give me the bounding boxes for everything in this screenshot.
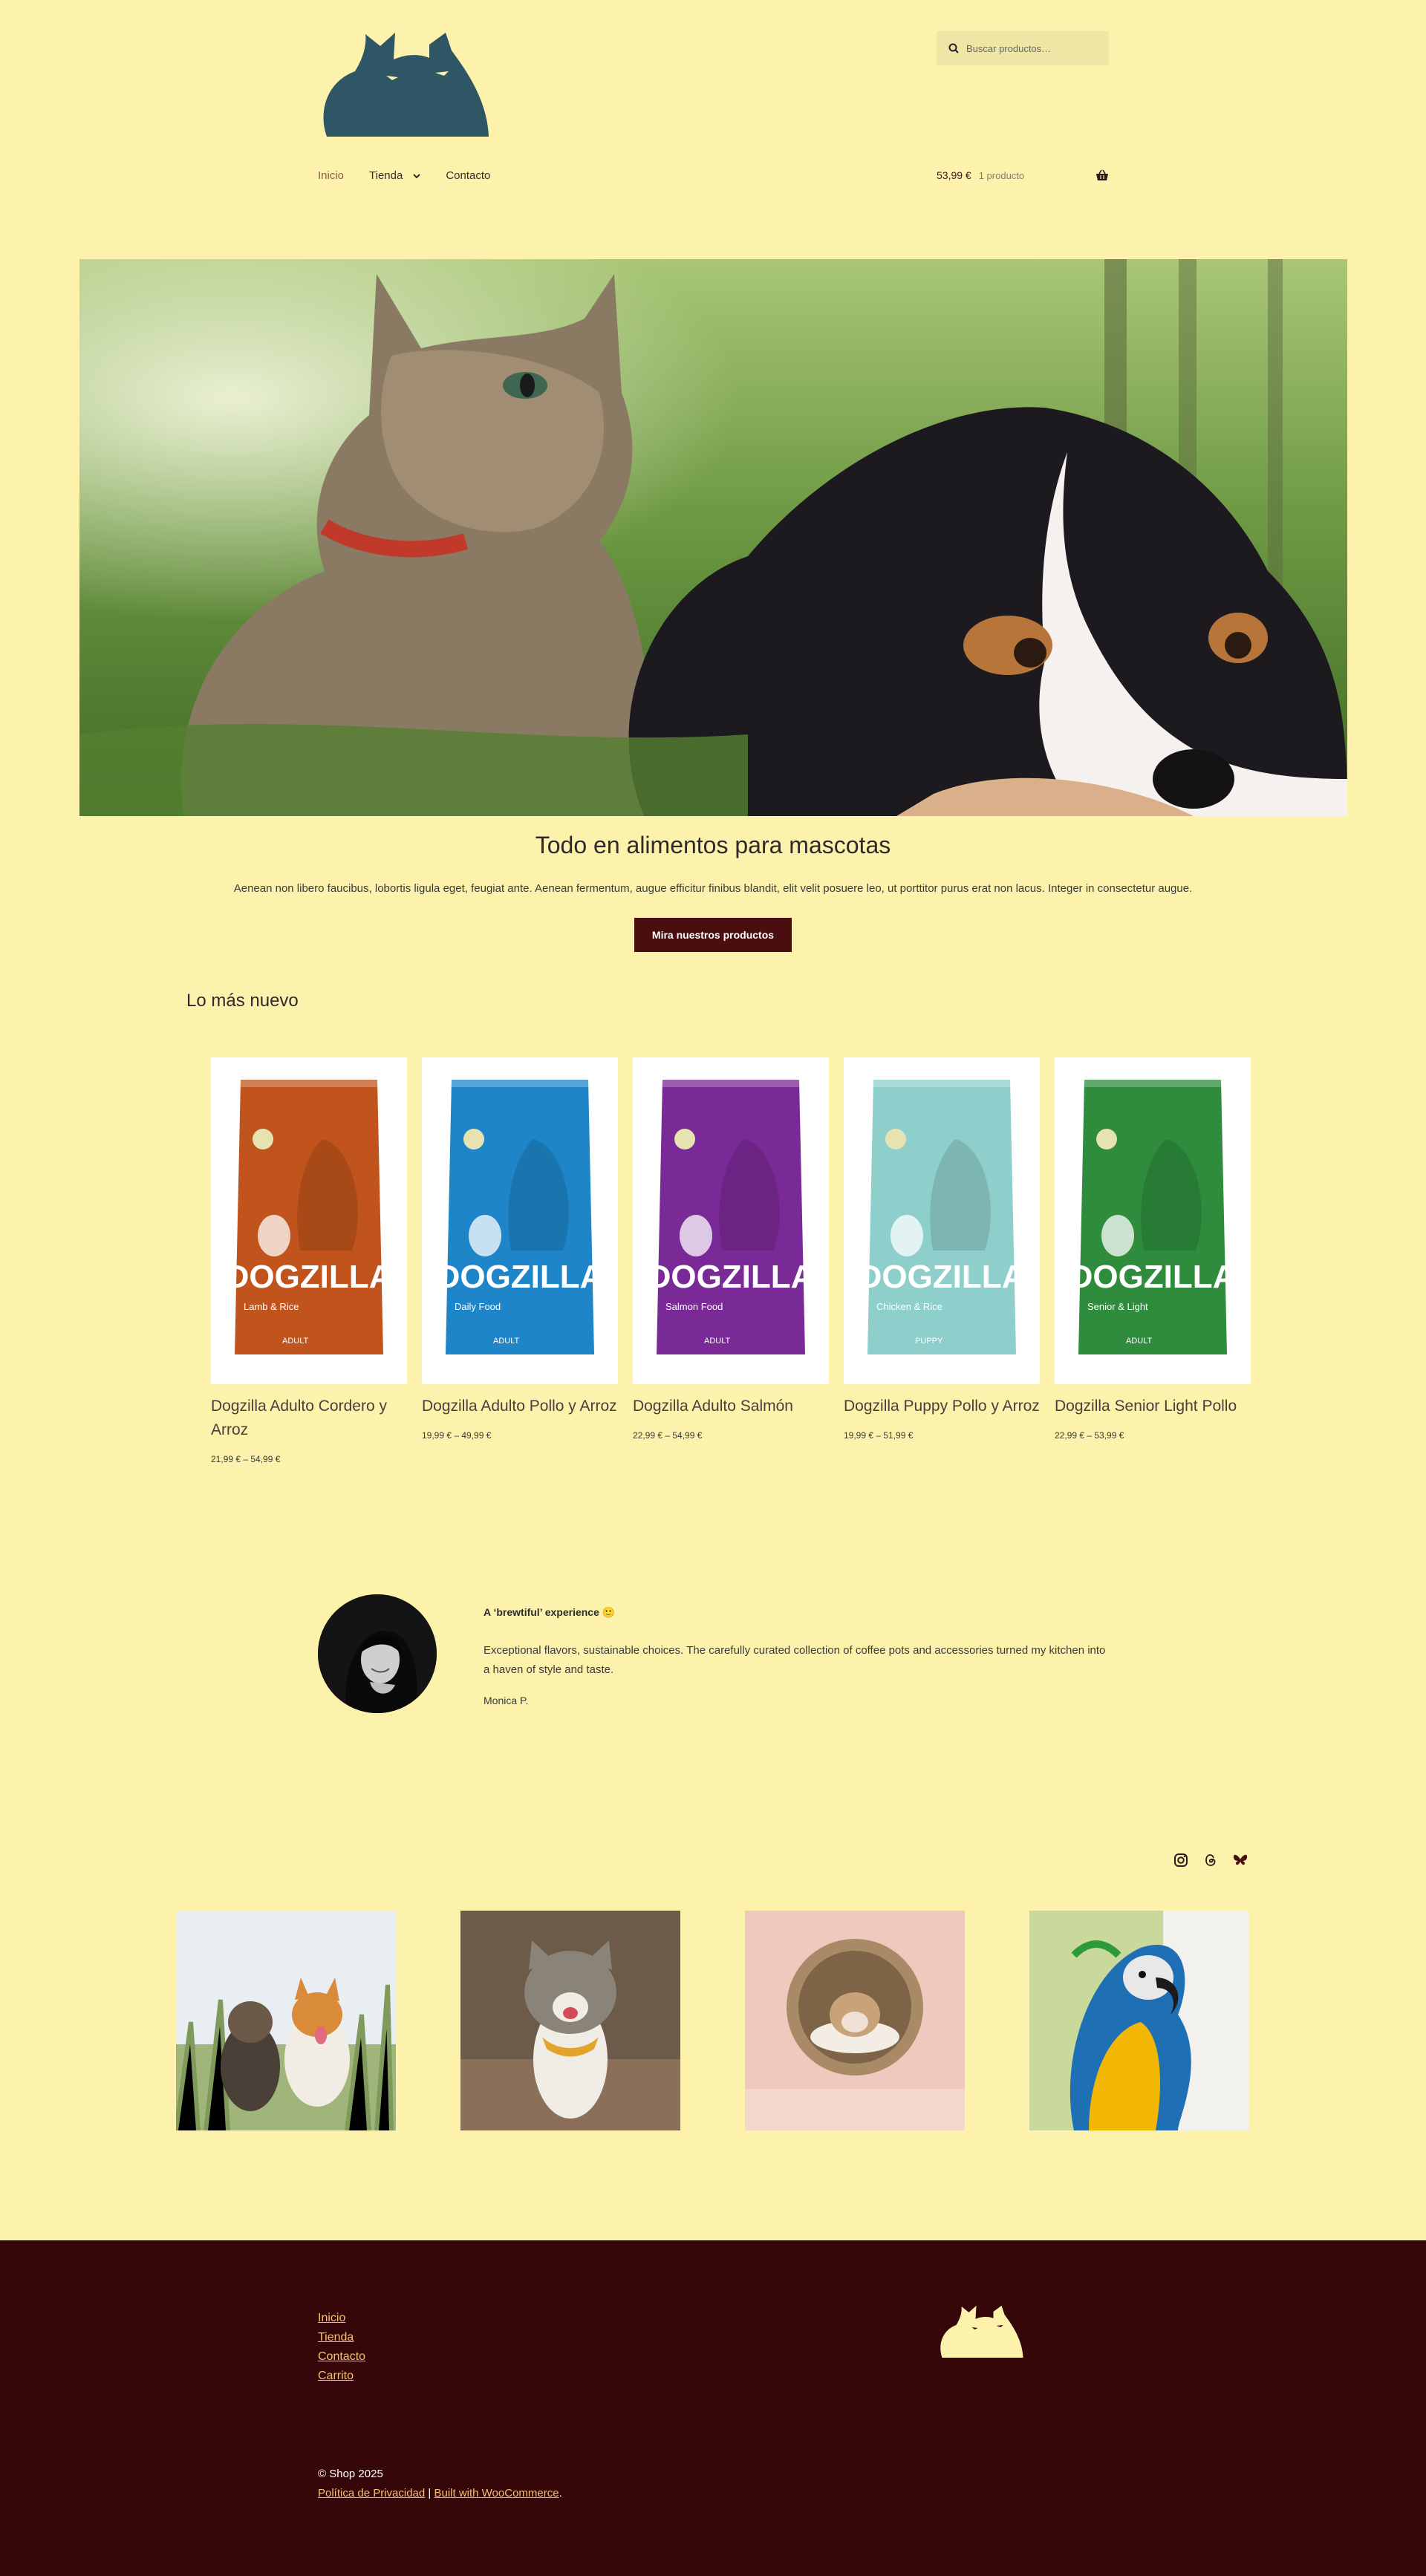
product-card[interactable]: DOGZILLA Chicken & Rice PUPPY Dogzilla P… bbox=[844, 1057, 1040, 1464]
product-search[interactable] bbox=[937, 31, 1109, 65]
threads-icon[interactable] bbox=[1202, 1852, 1219, 1868]
bag-variant: Senior & Light bbox=[1087, 1301, 1148, 1312]
footer-links: Inicio Tienda Contacto Carrito bbox=[318, 2309, 365, 2386]
bag-brand: DOGZILLA bbox=[648, 1259, 815, 1295]
hero-title: Todo en alimentos para mascotas bbox=[535, 832, 891, 858]
product-image[interactable]: DOGZILLA Daily Food ADULT bbox=[422, 1057, 618, 1384]
image-gallery bbox=[176, 1911, 1249, 2130]
nav-item-tienda[interactable]: Tienda bbox=[369, 169, 421, 182]
main-nav: Inicio Tienda Contacto bbox=[318, 169, 515, 182]
product-name[interactable]: Dogzilla Adulto Pollo y Arroz bbox=[422, 1395, 618, 1418]
product-price: 19,99 € – 49,99 € bbox=[422, 1430, 492, 1441]
bag-badge: ADULT bbox=[493, 1337, 520, 1346]
dog-food-bag-image: DOGZILLA Daily Food ADULT bbox=[437, 1080, 604, 1354]
social-links bbox=[1173, 1852, 1248, 1868]
product-name[interactable]: Dogzilla Adulto Salmón bbox=[633, 1395, 829, 1418]
product-image[interactable]: DOGZILLA Senior & Light ADULT bbox=[1055, 1057, 1251, 1384]
basket-icon bbox=[1096, 169, 1108, 180]
newest-products-heading: Lo más nuevo bbox=[186, 991, 299, 1011]
gallery-image-hamster bbox=[745, 1911, 965, 2130]
bag-variant: Chicken & Rice bbox=[876, 1301, 942, 1312]
bag-variant: Salmon Food bbox=[665, 1301, 723, 1312]
product-card[interactable]: DOGZILLA Lamb & Rice ADULT Dogzilla Adul… bbox=[211, 1057, 407, 1464]
footer-link-carrito[interactable]: Carrito bbox=[318, 2367, 365, 2386]
woocommerce-link[interactable]: Built with WooCommerce bbox=[434, 2487, 559, 2500]
footer-link-tienda[interactable]: Tienda bbox=[318, 2328, 365, 2347]
gallery-image-cat bbox=[460, 1911, 680, 2130]
hero-image bbox=[79, 259, 1347, 816]
header-cart[interactable]: 53,99 € 1 producto bbox=[937, 169, 1109, 181]
gallery-image-dogs bbox=[176, 1911, 396, 2130]
bag-brand: DOGZILLA bbox=[1070, 1259, 1237, 1295]
footer-logo[interactable] bbox=[937, 2304, 1024, 2358]
testimonial-quote: Exceptional flavors, sustainable choices… bbox=[484, 1644, 1106, 1676]
bag-badge: ADULT bbox=[1126, 1337, 1153, 1346]
product-price: 22,99 € – 54,99 € bbox=[633, 1430, 703, 1441]
bag-badge: ADULT bbox=[704, 1337, 731, 1346]
shop-products-button[interactable]: Mira nuestros productos bbox=[634, 918, 792, 952]
bag-brand: DOGZILLA bbox=[437, 1259, 604, 1295]
product-price: 22,99 € – 53,99 € bbox=[1055, 1430, 1124, 1441]
product-image[interactable]: DOGZILLA Salmon Food ADULT bbox=[633, 1057, 829, 1384]
product-name[interactable]: Dogzilla Adulto Cordero y Arroz bbox=[211, 1395, 407, 1442]
product-card[interactable]: DOGZILLA Salmon Food ADULT Dogzilla Adul… bbox=[633, 1057, 829, 1464]
bag-variant: Daily Food bbox=[455, 1301, 501, 1312]
cart-amount: 53,99 € bbox=[937, 169, 971, 181]
product-name[interactable]: Dogzilla Senior Light Pollo bbox=[1055, 1395, 1251, 1418]
dog-food-bag-image: DOGZILLA Salmon Food ADULT bbox=[648, 1080, 815, 1354]
nav-item-contacto[interactable]: Contacto bbox=[446, 169, 490, 182]
product-image[interactable]: DOGZILLA Lamb & Rice ADULT bbox=[211, 1057, 407, 1384]
instagram-icon[interactable] bbox=[1173, 1852, 1189, 1868]
privacy-policy-link[interactable]: Política de Privacidad bbox=[318, 2487, 425, 2500]
footer-period: . bbox=[559, 2487, 562, 2500]
bluesky-icon[interactable] bbox=[1232, 1852, 1248, 1868]
bag-brand: DOGZILLA bbox=[859, 1259, 1026, 1295]
hero-description: Aenean non libero faucibus, lobortis lig… bbox=[233, 882, 1193, 895]
chevron-down-icon bbox=[413, 173, 421, 178]
dog-food-bag-image: DOGZILLA Senior & Light ADULT bbox=[1070, 1080, 1237, 1354]
nav-item-inicio[interactable]: Inicio bbox=[318, 169, 344, 182]
search-input[interactable] bbox=[966, 42, 1100, 54]
copyright-text: © Shop 2025 bbox=[318, 2468, 383, 2480]
dog-food-bag-image: DOGZILLA Lamb & Rice ADULT bbox=[226, 1080, 393, 1354]
product-price: 19,99 € – 51,99 € bbox=[844, 1430, 914, 1441]
dog-food-bag-image: DOGZILLA Chicken & Rice PUPPY bbox=[859, 1080, 1026, 1354]
product-grid: DOGZILLA Lamb & Rice ADULT Dogzilla Adul… bbox=[211, 1057, 1251, 1464]
product-name[interactable]: Dogzilla Puppy Pollo y Arroz bbox=[844, 1395, 1040, 1418]
gallery-image-parrot bbox=[1029, 1911, 1249, 2130]
site-logo[interactable] bbox=[318, 30, 489, 137]
footer-link-contacto[interactable]: Contacto bbox=[318, 2347, 365, 2367]
product-card[interactable]: DOGZILLA Senior & Light ADULT Dogzilla S… bbox=[1055, 1057, 1251, 1464]
product-price: 21,99 € – 54,99 € bbox=[211, 1454, 281, 1464]
footer-copyright: © Shop 2025 Política de Privacidad | Bui… bbox=[318, 2465, 562, 2503]
testimonial-title: A ‘brewtiful’ experience 🙂 bbox=[484, 1606, 616, 1618]
testimonial-avatar bbox=[318, 1594, 437, 1713]
footer-link-inicio[interactable]: Inicio bbox=[318, 2309, 365, 2328]
footer-separator: | bbox=[425, 2487, 434, 2500]
search-icon bbox=[948, 43, 959, 53]
bag-variant: Lamb & Rice bbox=[244, 1301, 299, 1312]
bag-badge: ADULT bbox=[282, 1337, 309, 1346]
bag-badge: PUPPY bbox=[915, 1337, 943, 1346]
product-image[interactable]: DOGZILLA Chicken & Rice PUPPY bbox=[844, 1057, 1040, 1384]
bag-brand: DOGZILLA bbox=[226, 1259, 393, 1295]
testimonial-author: Monica P. bbox=[484, 1695, 529, 1706]
nav-item-tienda-label: Tienda bbox=[369, 169, 403, 182]
cart-count: 1 producto bbox=[978, 169, 1025, 181]
site-footer: Inicio Tienda Contacto Carrito © Shop 20… bbox=[0, 2240, 1426, 2576]
product-card[interactable]: DOGZILLA Daily Food ADULT Dogzilla Adult… bbox=[422, 1057, 618, 1464]
